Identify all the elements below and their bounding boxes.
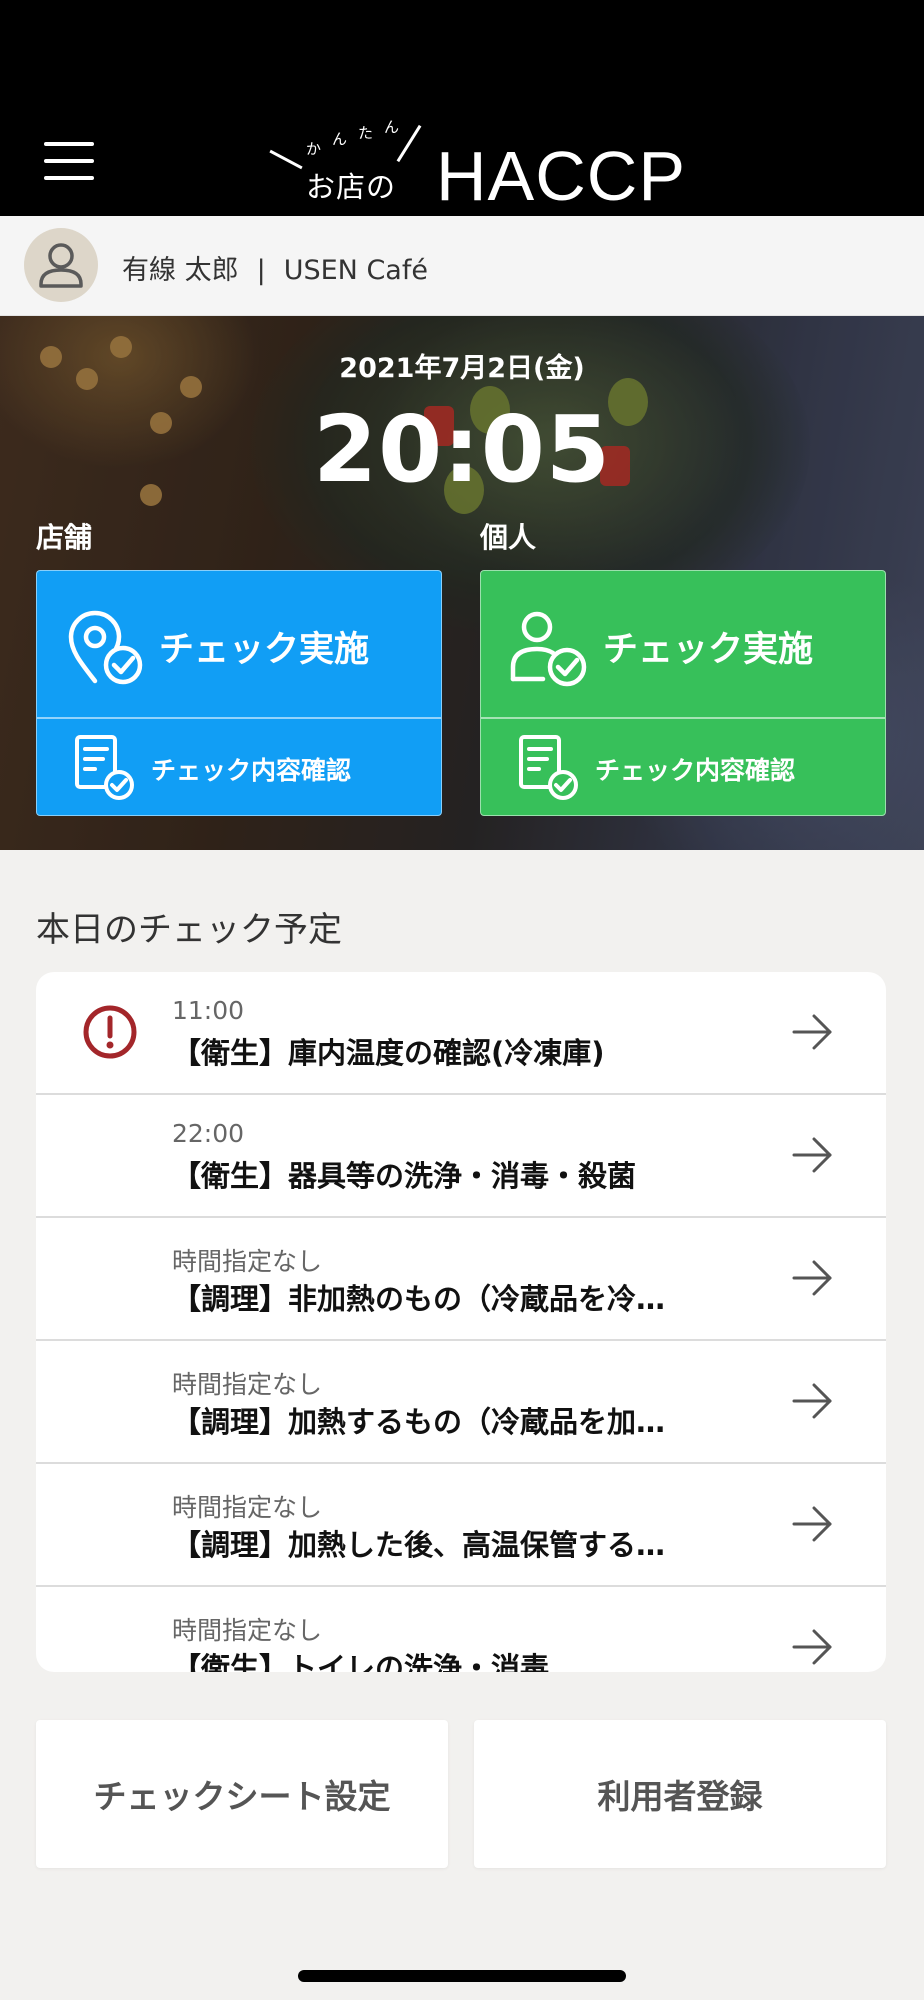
logo-main-text: お店の: [306, 170, 397, 204]
logo-ruby-char: ん: [384, 118, 400, 136]
schedule-item-time: 時間指定なし: [172, 1616, 323, 1645]
location-check-icon: [68, 610, 143, 685]
personal-check-run-button[interactable]: チェック実施: [481, 571, 885, 717]
document-check-icon: [75, 735, 134, 800]
home-indicator[interactable]: [298, 1970, 626, 1982]
logo-brand-text: HACCP: [436, 137, 687, 215]
schedule-item-time: 11:00: [172, 996, 245, 1025]
person-check-icon: [510, 611, 587, 687]
app-header: か ん た ん お店の HACCP: [0, 0, 924, 216]
current-time: 20:05: [313, 396, 611, 503]
store-check-run-button[interactable]: チェック実施: [37, 571, 441, 717]
personal-check-card: チェック実施 チェック内容確認: [480, 570, 886, 816]
user-name: 有線 太郎: [122, 255, 239, 286]
logo-ruby: か ん た ん: [282, 114, 402, 158]
schedule-item[interactable]: 22:00 【衛生】器具等の洗浄・消毒・殺菌: [36, 1095, 886, 1218]
user-bar: 有線 太郎 | USEN Café: [0, 216, 924, 316]
user-avatar-icon[interactable]: [24, 228, 98, 302]
current-date: 2021年7月2日(金): [339, 353, 585, 384]
shop-name: USEN Café: [283, 255, 428, 286]
personal-check-review-button[interactable]: チェック内容確認: [481, 717, 885, 815]
alert-icon: [83, 1005, 137, 1059]
app-logo: か ん た ん お店の HACCP: [260, 112, 685, 215]
user-separator: |: [256, 255, 266, 286]
store-check-run-label: チェック実施: [159, 630, 370, 670]
checksheet-settings-button[interactable]: チェックシート設定: [36, 1720, 448, 1868]
hamburger-menu-icon[interactable]: [40, 140, 98, 182]
arrow-right-icon: [792, 1014, 832, 1050]
schedule-item-task: 【衛生】トイレの洗浄・消毒: [172, 1651, 550, 1672]
schedule-item-time: 時間指定なし: [172, 1247, 323, 1276]
schedule-item-task: 【調理】加熱した後、高温保管する…: [172, 1528, 666, 1562]
store-check-card: チェック実施 チェック内容確認: [36, 570, 442, 816]
schedule-item-task: 【衛生】庫内温度の確認(冷凍庫): [172, 1036, 605, 1070]
schedule-item[interactable]: 時間指定なし 【調理】加熱するもの（冷蔵品を加…: [36, 1341, 886, 1464]
schedule-item[interactable]: 時間指定なし 【調理】非加熱のもの（冷蔵品を冷…: [36, 1218, 886, 1341]
store-section-label: 店舗: [36, 521, 93, 554]
schedule-item-task: 【調理】加熱するもの（冷蔵品を加…: [172, 1405, 666, 1439]
logo-ruby-char: か: [306, 140, 322, 158]
user-registration-button[interactable]: 利用者登録: [474, 1720, 886, 1868]
personal-section-label: 個人: [480, 521, 537, 554]
schedule-item-task: 【調理】非加熱のもの（冷蔵品を冷…: [172, 1282, 666, 1316]
personal-check-run-label: チェック実施: [603, 630, 814, 670]
arrow-right-icon: [792, 1260, 832, 1296]
store-check-review-button[interactable]: チェック内容確認: [37, 717, 441, 815]
schedule-item[interactable]: 時間指定なし 【衛生】トイレの洗浄・消毒: [36, 1587, 886, 1672]
document-check-icon: [519, 735, 578, 800]
schedule-title: 本日のチェック予定: [36, 910, 342, 950]
logo-ruby-char: ん: [332, 130, 348, 148]
schedule-item[interactable]: 時間指定なし 【調理】加熱した後、高温保管する…: [36, 1464, 886, 1587]
arrow-right-icon: [792, 1383, 832, 1419]
logo-ruby-char: た: [358, 124, 374, 142]
schedule-item-time: 時間指定なし: [172, 1370, 323, 1399]
personal-check-review-label: チェック内容確認: [595, 756, 796, 785]
schedule-item-task: 【衛生】器具等の洗浄・消毒・殺菌: [172, 1159, 637, 1193]
arrow-right-icon: [792, 1137, 832, 1173]
schedule-item-time: 時間指定なし: [172, 1493, 323, 1522]
hero-banner: 2021年7月2日(金) 20:05 店舗 個人 チェック実施 チェック内容確認: [0, 316, 924, 850]
store-check-review-label: チェック内容確認: [151, 756, 352, 785]
arrow-right-icon: [792, 1506, 832, 1542]
schedule-list: 11:00 【衛生】庫内温度の確認(冷凍庫) 22:00 【衛生】器具等の洗浄・…: [36, 972, 886, 1672]
arrow-right-icon: [792, 1629, 832, 1665]
user-info: 有線 太郎 | USEN Café: [122, 248, 428, 287]
schedule-item-time: 22:00: [172, 1119, 245, 1148]
logo-slash-left: [269, 149, 303, 170]
schedule-item[interactable]: 11:00 【衛生】庫内温度の確認(冷凍庫): [36, 972, 886, 1095]
